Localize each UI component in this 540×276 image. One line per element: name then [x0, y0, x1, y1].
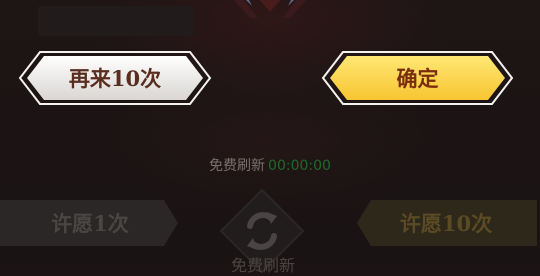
- crest-emblem-icon: [233, 0, 307, 18]
- top-info-slot: [38, 6, 194, 36]
- wish-ten-label: 许愿10次: [399, 211, 493, 236]
- confirm-button[interactable]: 确定: [321, 49, 514, 107]
- free-refresh-button-label: 免费刷新: [230, 256, 295, 275]
- wish-once-button: 许愿1次: [0, 196, 180, 250]
- wish-ten-button: 许愿10次: [355, 196, 537, 250]
- draw-again-button[interactable]: 再来10次: [18, 49, 212, 107]
- confirm-label: 确定: [396, 66, 439, 91]
- wish-once-label: 许愿1次: [51, 211, 129, 236]
- draw-again-label: 再来10次: [68, 66, 162, 91]
- free-refresh-countdown: 00:00:00: [268, 158, 331, 174]
- free-refresh-timer: 免费刷新 00:00:00: [0, 155, 540, 175]
- free-refresh-timer-label: 免费刷新: [209, 158, 266, 174]
